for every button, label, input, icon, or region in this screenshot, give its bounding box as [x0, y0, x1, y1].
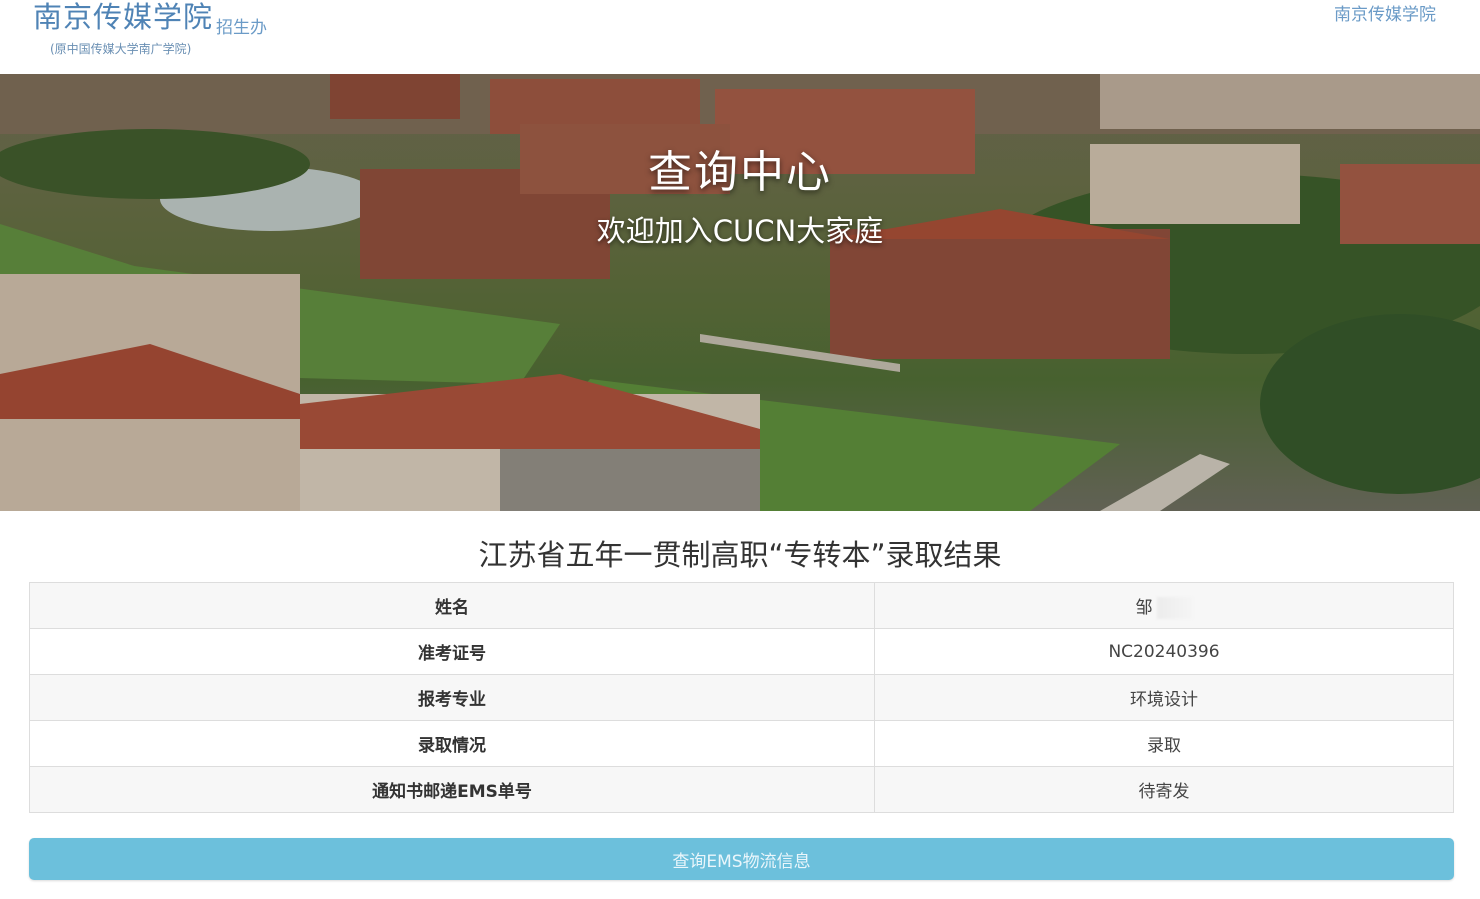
former-name-note: (原中国传媒大学南广学院): [50, 42, 192, 56]
row-label-status: 录取情况: [29, 720, 875, 767]
row-label-name: 姓名: [29, 582, 875, 629]
hero-title: 查询中心: [648, 147, 832, 198]
school-home-link[interactable]: 南京传媒学院: [1334, 0, 1436, 25]
query-ems-button[interactable]: 查询EMS物流信息: [29, 838, 1454, 880]
row-label-ems: 通知书邮递EMS单号: [29, 766, 875, 813]
school-logo-name[interactable]: 南京传媒学院: [33, 0, 213, 36]
result-title: 江苏省五年一贯制高职“专转本”录取结果: [478, 538, 1002, 572]
table-row: 报考专业 环境设计: [29, 674, 1454, 721]
name-value: 邹: [1135, 597, 1153, 618]
hero-banner: 查询中心 欢迎加入CUCN大家庭: [0, 74, 1480, 511]
redacted-mask: [1156, 596, 1193, 619]
row-value-name: 邹: [874, 582, 1454, 629]
table-row: 通知书邮递EMS单号 待寄发: [29, 766, 1454, 813]
table-row: 准考证号 NC20240396: [29, 628, 1454, 675]
row-value-status: 录取: [874, 720, 1454, 767]
table-row: 录取情况 录取: [29, 720, 1454, 767]
result-table: 姓名 邹 准考证号 NC20240396 报考专业 环境设计 录取情况 录取 通…: [29, 582, 1454, 813]
row-value-major: 环境设计: [874, 674, 1454, 721]
row-label-major: 报考专业: [29, 674, 875, 721]
table-row: 姓名 邹: [29, 582, 1454, 629]
site-header: 南京传媒学院 招生办 (原中国传媒大学南广学院) 南京传媒学院: [0, 0, 1480, 74]
hero-subtitle: 欢迎加入CUCN大家庭: [596, 214, 884, 248]
office-label: 招生办: [216, 18, 267, 38]
row-value-ems: 待寄发: [874, 766, 1454, 813]
row-value-exam-id: NC20240396: [874, 628, 1454, 675]
row-label-exam-id: 准考证号: [29, 628, 875, 675]
